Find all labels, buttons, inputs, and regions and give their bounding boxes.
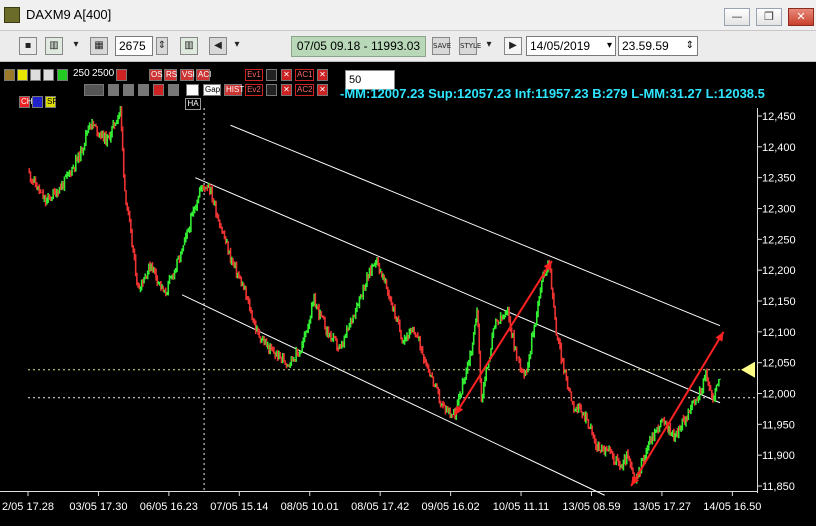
- price-chart[interactable]: 12,450 12,400 12,350 12,300 12,250 12,200 12,1…: [0, 0, 816, 526]
- x-tick-label: 08/05 17.42: [351, 501, 409, 513]
- x-axis: 2/05 17.28 03/05 17.30 06/05 16.23 07/05 15…: [2, 491, 761, 513]
- y-tick-label: 12,200: [762, 265, 796, 277]
- price-candles: [28, 105, 721, 484]
- x-tick-label: 2/05 17.28: [2, 501, 54, 513]
- channel-line: [195, 177, 721, 404]
- y-tick-label: 11,850: [762, 481, 795, 493]
- y-tick-label: 12,050: [762, 358, 796, 370]
- trend-arrows: [454, 260, 725, 487]
- last-price-triangle: [741, 361, 755, 378]
- x-tick-label: 09/05 16.02: [422, 501, 480, 513]
- y-axis: 12,450 12,400 12,350 12,300 12,250 12,200 12,1…: [757, 111, 796, 493]
- y-tick-label: 12,400: [762, 142, 796, 154]
- x-tick-label: 08/05 10.01: [281, 501, 339, 513]
- y-tick-label: 12,000: [762, 389, 796, 401]
- y-tick-label: 12,300: [762, 204, 796, 216]
- y-tick-label: 12,150: [762, 296, 796, 308]
- x-tick-label: 07/05 15.14: [210, 501, 268, 513]
- x-axis-line: [0, 491, 758, 492]
- y-tick-label: 12,250: [762, 234, 796, 246]
- channel-line: [181, 294, 605, 496]
- y-tick-label: 11,900: [762, 450, 795, 462]
- x-tick-label: 13/05 17.27: [633, 501, 691, 513]
- x-tick-label: 03/05 17.30: [69, 501, 127, 513]
- trend-arrow-line: [630, 331, 725, 487]
- x-tick-label: 13/05 08.59: [562, 501, 620, 513]
- x-tick-label: 10/05 11.11: [493, 501, 549, 513]
- y-tick-label: 12,100: [762, 327, 796, 339]
- trend-channels: [181, 124, 721, 496]
- y-tick-label: 12,350: [762, 173, 796, 185]
- y-tick-label: 11,950: [762, 419, 795, 431]
- horizontal-levels: [28, 369, 757, 399]
- channel-line: [230, 124, 721, 327]
- trend-arrow-line: [454, 260, 553, 416]
- y-tick-label: 12,450: [762, 111, 796, 123]
- x-tick-label: 06/05 16.23: [140, 501, 198, 513]
- x-tick-label: 14/05 16.50: [703, 501, 761, 513]
- last-price-marker: [741, 361, 755, 378]
